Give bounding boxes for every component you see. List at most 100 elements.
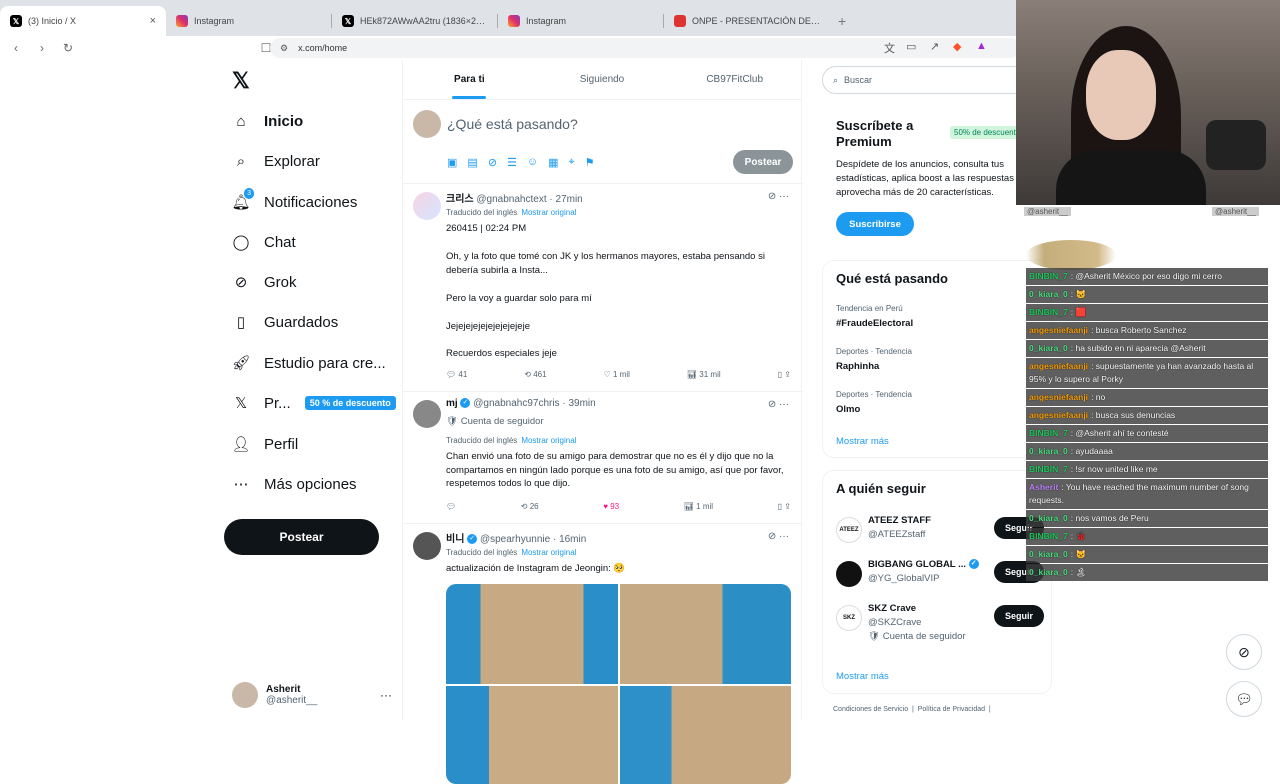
bookmark-icon[interactable]: ▯ ⇪	[778, 502, 791, 511]
retweet-button[interactable]: ⟲ 461	[524, 370, 546, 379]
tweet-photo[interactable]	[619, 584, 791, 684]
tweet-author-name[interactable]: mj	[446, 398, 458, 409]
tweet[interactable]: 비니 ✓ @spearhyunnie · 16min ⊘ ··· Traduci…	[403, 524, 803, 784]
retweet-button[interactable]: ⟲ 26	[521, 502, 539, 511]
image-icon[interactable]: ▣	[447, 156, 457, 169]
back-icon[interactable]: ‹	[6, 41, 26, 55]
chat-username[interactable]: 0_kiara_0	[1029, 549, 1068, 559]
follow-suggestion[interactable]: SKZ SKZ Crave @SKZCrave 🛡︎ Cuenta de seg…	[836, 603, 1051, 653]
tweet-photo[interactable]	[446, 686, 618, 784]
flag-icon[interactable]: ⚑	[585, 156, 595, 169]
show-more-trends-link[interactable]: Mostrar más	[836, 436, 889, 447]
schedule-icon[interactable]: ▦	[548, 156, 558, 169]
avatar[interactable]	[413, 192, 441, 220]
nav-home[interactable]: ⌂ Inicio	[232, 107, 303, 135]
chat-username[interactable]: angesniefaanji	[1029, 325, 1088, 335]
x-logo-icon[interactable]: 𝕏	[232, 68, 250, 94]
show-more-follow-link[interactable]: Mostrar más	[836, 671, 889, 682]
chat-username[interactable]: BINBIN_7	[1029, 531, 1068, 541]
chat-username[interactable]: BINBIN_7	[1029, 271, 1068, 281]
chat-username[interactable]: 0_kiara_0	[1029, 343, 1068, 353]
gif-icon[interactable]: ▤	[467, 156, 477, 169]
tweet-time[interactable]: 16min	[559, 534, 586, 545]
reply-button[interactable]: 💬︎ 41	[446, 370, 467, 379]
poll-icon[interactable]: ☰	[507, 156, 517, 169]
close-icon[interactable]: ×	[150, 15, 156, 27]
grok-tweet-icon[interactable]: ⊘ ···	[768, 531, 789, 542]
cast-icon[interactable]: ▭	[906, 40, 916, 53]
tab-for-you[interactable]: Para ti	[403, 60, 536, 99]
nav-premium[interactable]: 𝕏 Pr... 50 % de descuento	[232, 389, 396, 417]
chat-username[interactable]: angesniefaanji	[1029, 361, 1088, 371]
grok-icon[interactable]: ⊘	[488, 156, 497, 169]
views-button[interactable]: 📊︎ 1 mil	[684, 502, 713, 511]
chat-username[interactable]: 0_kiara_0	[1029, 513, 1068, 523]
nav-notifications[interactable]: 🔔︎ 3 Notificaciones	[231, 188, 357, 216]
brave-shield-icon[interactable]: ◆	[953, 40, 961, 53]
new-tab-icon[interactable]: +	[838, 13, 846, 29]
views-button[interactable]: 📊︎ 31 mil	[687, 370, 721, 379]
chat-username[interactable]: Asherit	[1029, 482, 1058, 492]
subscribe-button[interactable]: Suscribirse	[836, 212, 914, 236]
browser-tab-x-home[interactable]: 𝕏 (3) Inicio / X ×	[0, 6, 166, 36]
nav-grok[interactable]: ⊘ Grok	[232, 268, 297, 296]
translate-icon[interactable]: 文	[884, 40, 895, 56]
site-info-icon[interactable]: ⚙	[280, 43, 288, 54]
tweet-time[interactable]: 27min	[555, 194, 582, 205]
share-icon[interactable]: ↗	[930, 40, 939, 53]
tweet[interactable]: 크리스 @gnabnahctext · 27min ⊘ ··· Traducid…	[403, 184, 803, 392]
nav-explore[interactable]: ⌕ Explorar	[232, 147, 320, 175]
trend-item[interactable]: Deportes · Tendencia Raphinha	[836, 347, 912, 372]
chat-username[interactable]: 0_kiara_0	[1029, 567, 1068, 577]
post-button[interactable]: Postear	[224, 519, 379, 555]
tab-following[interactable]: Siguiendo	[536, 60, 669, 99]
follow-button[interactable]: Seguir	[994, 605, 1044, 627]
browser-tab-instagram-2[interactable]: Instagram	[498, 6, 664, 36]
chat-username[interactable]: 0_kiara_0	[1029, 289, 1068, 299]
bookmark-icon[interactable]: ▯ ⇪	[778, 370, 791, 379]
chat-username[interactable]: BINBIN_7	[1029, 464, 1068, 474]
chat-username[interactable]: 0_kiara_0	[1029, 446, 1068, 456]
grok-tweet-icon[interactable]: ⊘ ···	[768, 399, 789, 410]
privacy-link[interactable]: Política de Privacidad	[918, 706, 985, 713]
trend-item[interactable]: Deportes · Tendencia Olmo	[836, 390, 912, 415]
chat-username[interactable]: angesniefaanji	[1029, 410, 1088, 420]
messages-float-icon[interactable]: 💬︎	[1226, 681, 1262, 717]
brave-rewards-icon[interactable]: ▲	[976, 40, 987, 52]
emoji-icon[interactable]: ☺	[527, 156, 538, 169]
trend-item[interactable]: Tendencia en Perú #FraudeElectoral	[836, 304, 913, 329]
location-icon[interactable]: ⌖	[569, 156, 575, 169]
show-original-link[interactable]: Mostrar original	[521, 208, 576, 217]
like-button[interactable]: ♡ 1 mil	[604, 370, 630, 379]
chat-username[interactable]: BINBIN_7	[1029, 428, 1068, 438]
tweet-author-name[interactable]: 비니	[446, 534, 464, 545]
reply-button[interactable]: 💬︎	[446, 502, 456, 511]
browser-tab-onpe[interactable]: ONPE - PRESENTACIÓN DE RESULTADOS	[664, 6, 830, 36]
avatar[interactable]	[413, 400, 441, 428]
show-original-link[interactable]: Mostrar original	[521, 548, 576, 557]
grok-tweet-icon[interactable]: ⊘ ···	[768, 191, 789, 202]
avatar[interactable]	[413, 532, 441, 560]
nav-chat[interactable]: ◯ Chat	[232, 228, 296, 256]
nav-profile[interactable]: 👤︎ Perfil	[231, 430, 298, 458]
nav-more-options[interactable]: ⋯ Más opciones	[232, 470, 357, 498]
forward-icon[interactable]: ›	[32, 41, 52, 55]
chat-username[interactable]: BINBIN_7	[1029, 307, 1068, 317]
tweet-photo[interactable]	[619, 686, 791, 784]
nav-creator-studio[interactable]: 🚀︎ Estudio para cre...	[231, 349, 385, 377]
grok-float-icon[interactable]: ⊘	[1226, 634, 1262, 670]
like-button[interactable]: ♥ 93	[603, 502, 619, 511]
browser-tab-image[interactable]: 𝕏 HEk872AWwAA2tru (1836×2048)	[332, 6, 498, 36]
tweet-author-handle[interactable]: @gnabnahctext	[476, 194, 546, 205]
account-switcher[interactable]: Asherit @asherit__ ···	[232, 680, 392, 710]
tweet[interactable]: mj ✓ @gnabnahc97chris · 39min ⊘ ··· 🛡︎ C…	[403, 392, 803, 524]
tab-community[interactable]: CB97FitClub	[668, 60, 801, 99]
chat-username[interactable]: angesniefaanji	[1029, 392, 1088, 402]
follow-suggestion[interactable]: ATEEZ ATEEZ STAFF @ATEEZstaff Seguir	[836, 515, 1051, 551]
show-original-link[interactable]: Mostrar original	[521, 436, 576, 445]
compose-post-button[interactable]: Postear	[733, 150, 793, 174]
reload-icon[interactable]: ↻	[58, 41, 78, 55]
nav-bookmarks[interactable]: ▯ Guardados	[232, 308, 338, 336]
browser-tab-instagram[interactable]: Instagram	[166, 6, 332, 36]
follow-suggestion[interactable]: BIGBANG GLOBAL ... ✓ @YG_GlobalVIP Segui…	[836, 559, 1051, 595]
